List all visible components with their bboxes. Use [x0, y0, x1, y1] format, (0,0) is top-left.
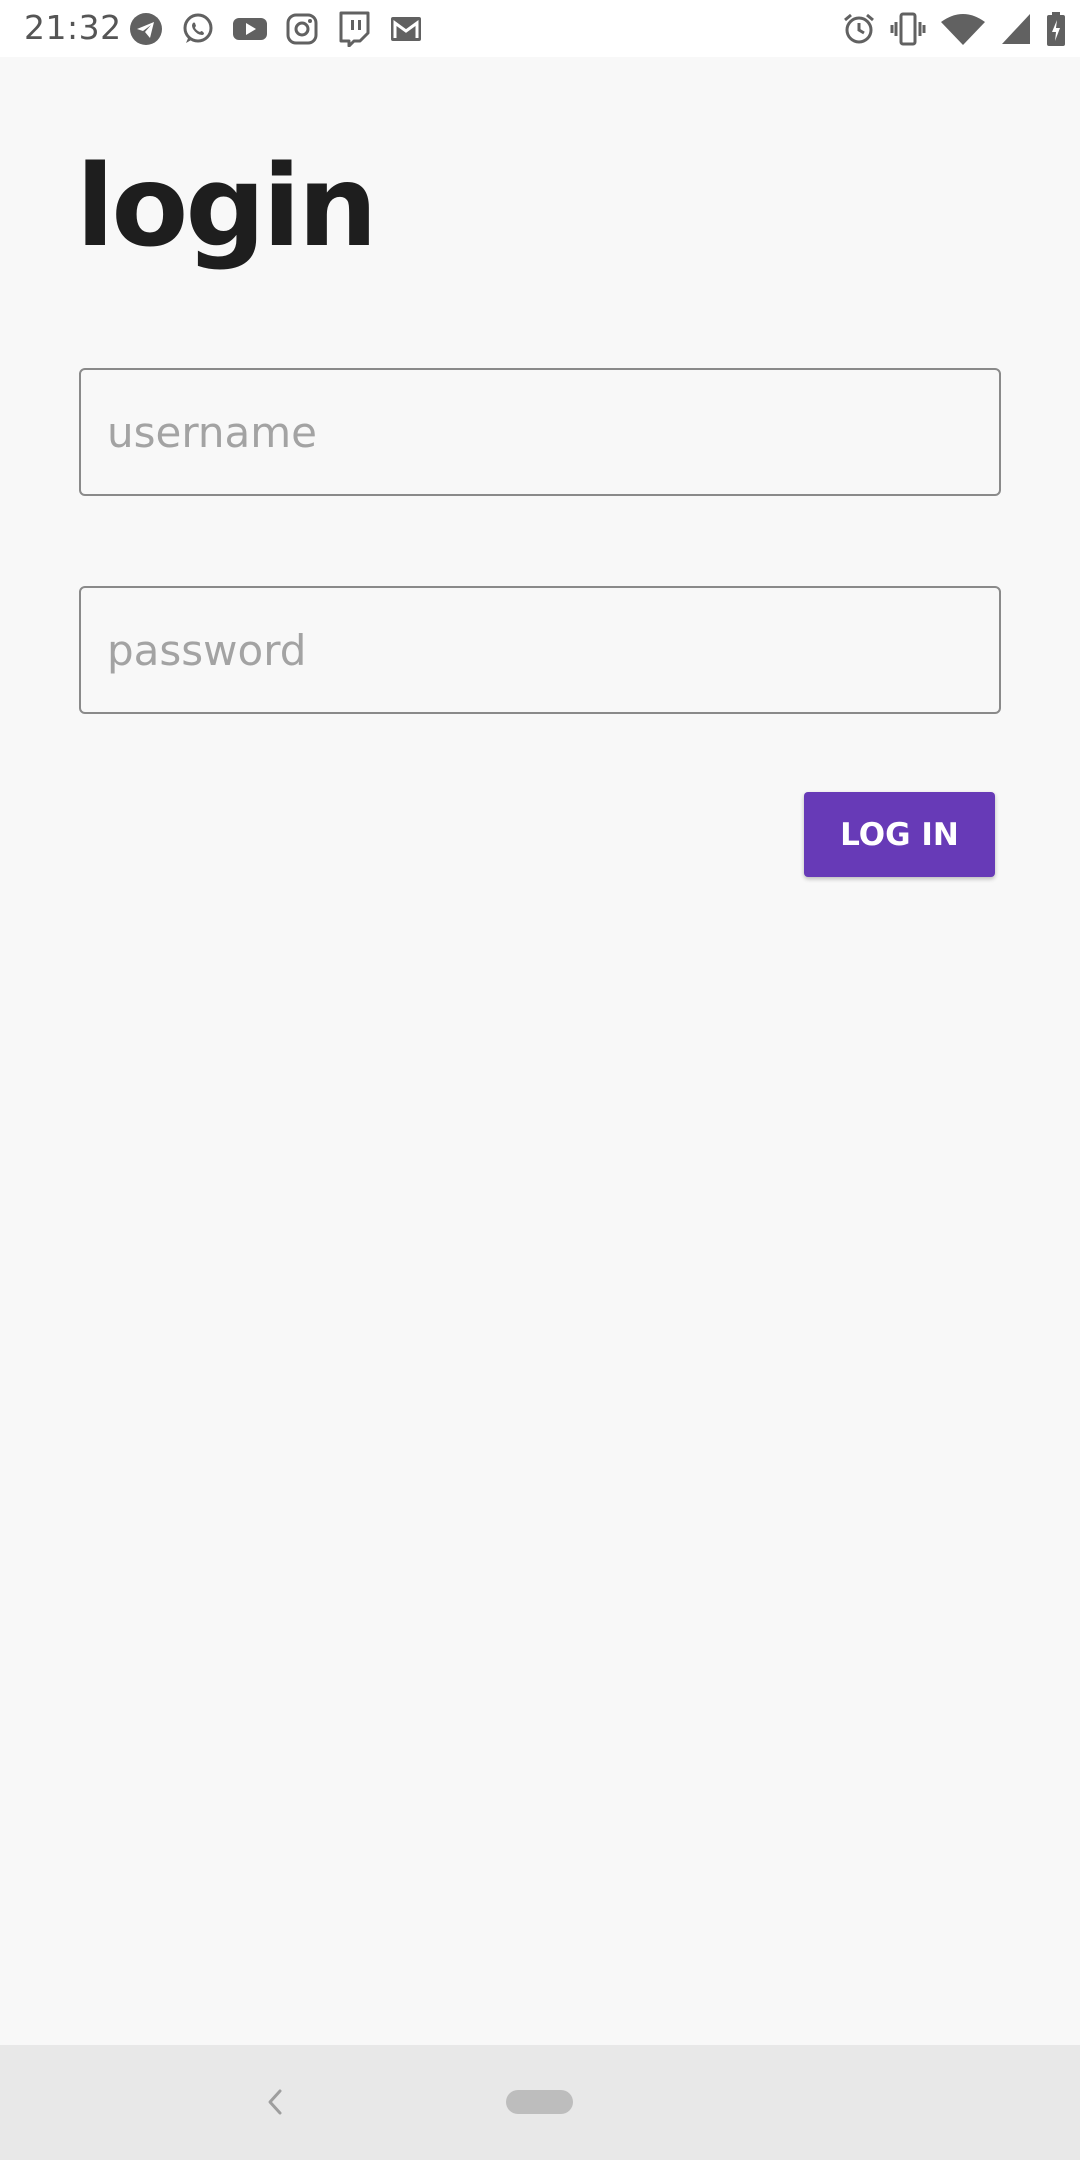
telegram-icon: [128, 11, 164, 47]
login-screen: 21:32 login username LOG IN: [0, 0, 1080, 2160]
username-field[interactable]: [79, 368, 1001, 496]
notification-icons: [128, 9, 440, 49]
system-icons: [828, 9, 1066, 49]
wifi-icon: [940, 11, 986, 47]
status-bar: 21:32: [0, 0, 1080, 57]
whatsapp-icon: [180, 11, 216, 47]
login-button[interactable]: LOG IN: [804, 792, 995, 877]
home-button[interactable]: [506, 2090, 573, 2114]
page-title: login: [76, 142, 378, 272]
alarm-icon: [842, 11, 876, 47]
youtube-icon: [232, 11, 268, 47]
vibrate-icon: [890, 11, 926, 47]
password-field[interactable]: [79, 586, 1001, 714]
cell-signal-icon: [1000, 11, 1032, 47]
gmail-icon: [388, 11, 424, 47]
navigation-bar: [0, 2045, 1080, 2160]
instagram-icon: [284, 11, 320, 47]
twitch-icon: [336, 11, 372, 47]
chevron-left-icon: [268, 2089, 282, 2115]
battery-charging-icon: [1046, 11, 1066, 47]
status-time: 21:32: [24, 8, 122, 47]
back-button[interactable]: [255, 2080, 295, 2124]
